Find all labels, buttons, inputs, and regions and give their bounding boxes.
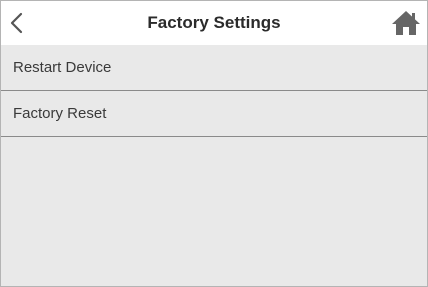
header-bar: Factory Settings: [1, 1, 427, 45]
settings-list: Restart Device Factory Reset: [1, 45, 427, 137]
page-title: Factory Settings: [147, 13, 281, 32]
restart-device-item[interactable]: Restart Device: [1, 45, 427, 91]
factory-settings-screen: Factory Settings Restart Device Factory …: [0, 0, 428, 287]
home-button[interactable]: [391, 9, 421, 37]
home-icon: [392, 11, 420, 35]
factory-reset-item[interactable]: Factory Reset: [1, 91, 427, 137]
